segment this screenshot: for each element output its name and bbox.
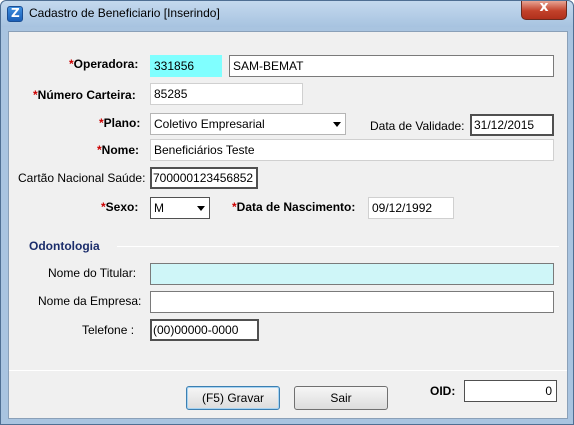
numero-carteira-label: *Número Carteira:: [33, 88, 136, 102]
telefone-field[interactable]: (00)00000-0000: [150, 319, 259, 341]
window-title: Cadastro de Beneficiario [Inserindo]: [29, 6, 220, 20]
nome-empresa-label: Nome da Empresa:: [38, 294, 142, 308]
operadora-code-field[interactable]: 331856: [150, 55, 222, 77]
sexo-label: *Sexo:: [101, 200, 139, 214]
chevron-down-icon: [333, 122, 341, 127]
nome-titular-label: Nome do Titular:: [48, 266, 137, 280]
chevron-down-icon: [197, 206, 205, 211]
footer-divider: [9, 370, 567, 371]
data-nascimento-label: *Data de Nascimento:: [232, 200, 356, 214]
nome-empresa-field[interactable]: [150, 291, 554, 313]
gravar-button[interactable]: (F5) Gravar: [186, 386, 280, 410]
cartao-nacional-label: Cartão Nacional Saúde:: [18, 171, 146, 185]
numero-carteira-field[interactable]: 85285: [150, 83, 303, 105]
main-window: Cadastro de Beneficiario [Inserindo] *Op…: [0, 0, 574, 425]
app-icon: [7, 6, 23, 22]
sair-button[interactable]: Sair: [294, 386, 388, 410]
cartao-nacional-field[interactable]: 700000123456852: [150, 167, 258, 189]
telefone-label: Telefone :: [82, 323, 135, 337]
sexo-select[interactable]: M: [150, 197, 210, 219]
title-bar[interactable]: Cadastro de Beneficiario [Inserindo]: [1, 0, 573, 27]
operadora-label: *Operadora:: [69, 57, 139, 71]
nome-titular-field[interactable]: [150, 263, 554, 285]
sexo-select-value: M: [154, 201, 164, 215]
nome-label: *Nome:: [97, 143, 140, 157]
close-button[interactable]: [521, 0, 567, 20]
odontologia-section-title: Odontologia: [29, 239, 100, 253]
oid-label: OID:: [430, 384, 456, 398]
plano-select-value: Coletivo Empresarial: [154, 117, 265, 131]
data-nascimento-field[interactable]: 09/12/1992: [368, 197, 454, 219]
data-validade-field[interactable]: 31/12/2015: [470, 114, 554, 136]
oid-field[interactable]: 0: [464, 380, 557, 402]
form-panel: *Operadora: 331856 SAM-BEMAT *Número Car…: [8, 31, 568, 419]
plano-select[interactable]: Coletivo Empresarial: [150, 113, 346, 135]
operadora-name-field[interactable]: SAM-BEMAT: [229, 55, 554, 77]
nome-field[interactable]: Beneficiários Teste: [150, 139, 554, 161]
data-validade-label: Data de Validade:: [370, 119, 465, 133]
plano-label: *Plano:: [99, 116, 141, 130]
section-divider: [117, 246, 559, 247]
